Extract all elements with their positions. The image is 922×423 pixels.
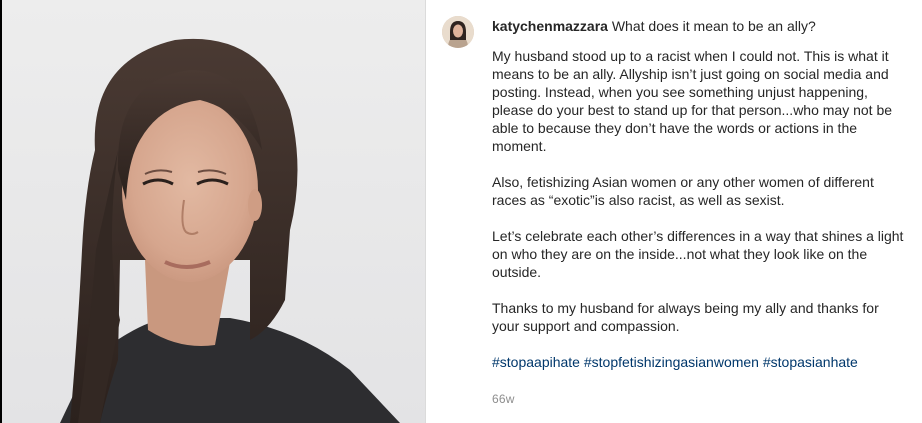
username-link[interactable]: katychenmazzara bbox=[492, 18, 608, 34]
caption-paragraph: My husband stood up to a racist when I c… bbox=[492, 48, 893, 154]
avatar[interactable] bbox=[442, 16, 474, 48]
instagram-post: katychenmazzara What does it mean to be … bbox=[0, 0, 922, 423]
hashtag-link[interactable]: #stopfetishizingasianwomen bbox=[584, 354, 759, 370]
caption-paragraph: Thanks to my husband for always being my… bbox=[492, 300, 879, 334]
portrait-photo-icon bbox=[60, 38, 400, 423]
photo-frame-edge bbox=[0, 0, 2, 423]
caption-paragraph: Also, fetishizing Asian women or any oth… bbox=[492, 174, 874, 208]
caption-text: katychenmazzara What does it mean to be … bbox=[492, 17, 904, 371]
profile-avatar-icon bbox=[442, 16, 474, 48]
hashtag-link[interactable]: #stopasianhate bbox=[763, 354, 858, 370]
caption-panel: katychenmazzara What does it mean to be … bbox=[426, 0, 922, 423]
caption-title: What does it mean to be an ally? bbox=[611, 18, 816, 34]
caption-header: katychenmazzara What does it mean to be … bbox=[492, 17, 904, 35]
post-timestamp[interactable]: 66w bbox=[492, 392, 515, 406]
hashtag-list: #stopaapihate #stopfetishizingasianwomen… bbox=[492, 353, 904, 371]
hashtag-link[interactable]: #stopaapihate bbox=[492, 354, 580, 370]
caption-paragraph: Let’s celebrate each other’s differences… bbox=[492, 228, 904, 280]
post-photo[interactable] bbox=[0, 0, 425, 423]
